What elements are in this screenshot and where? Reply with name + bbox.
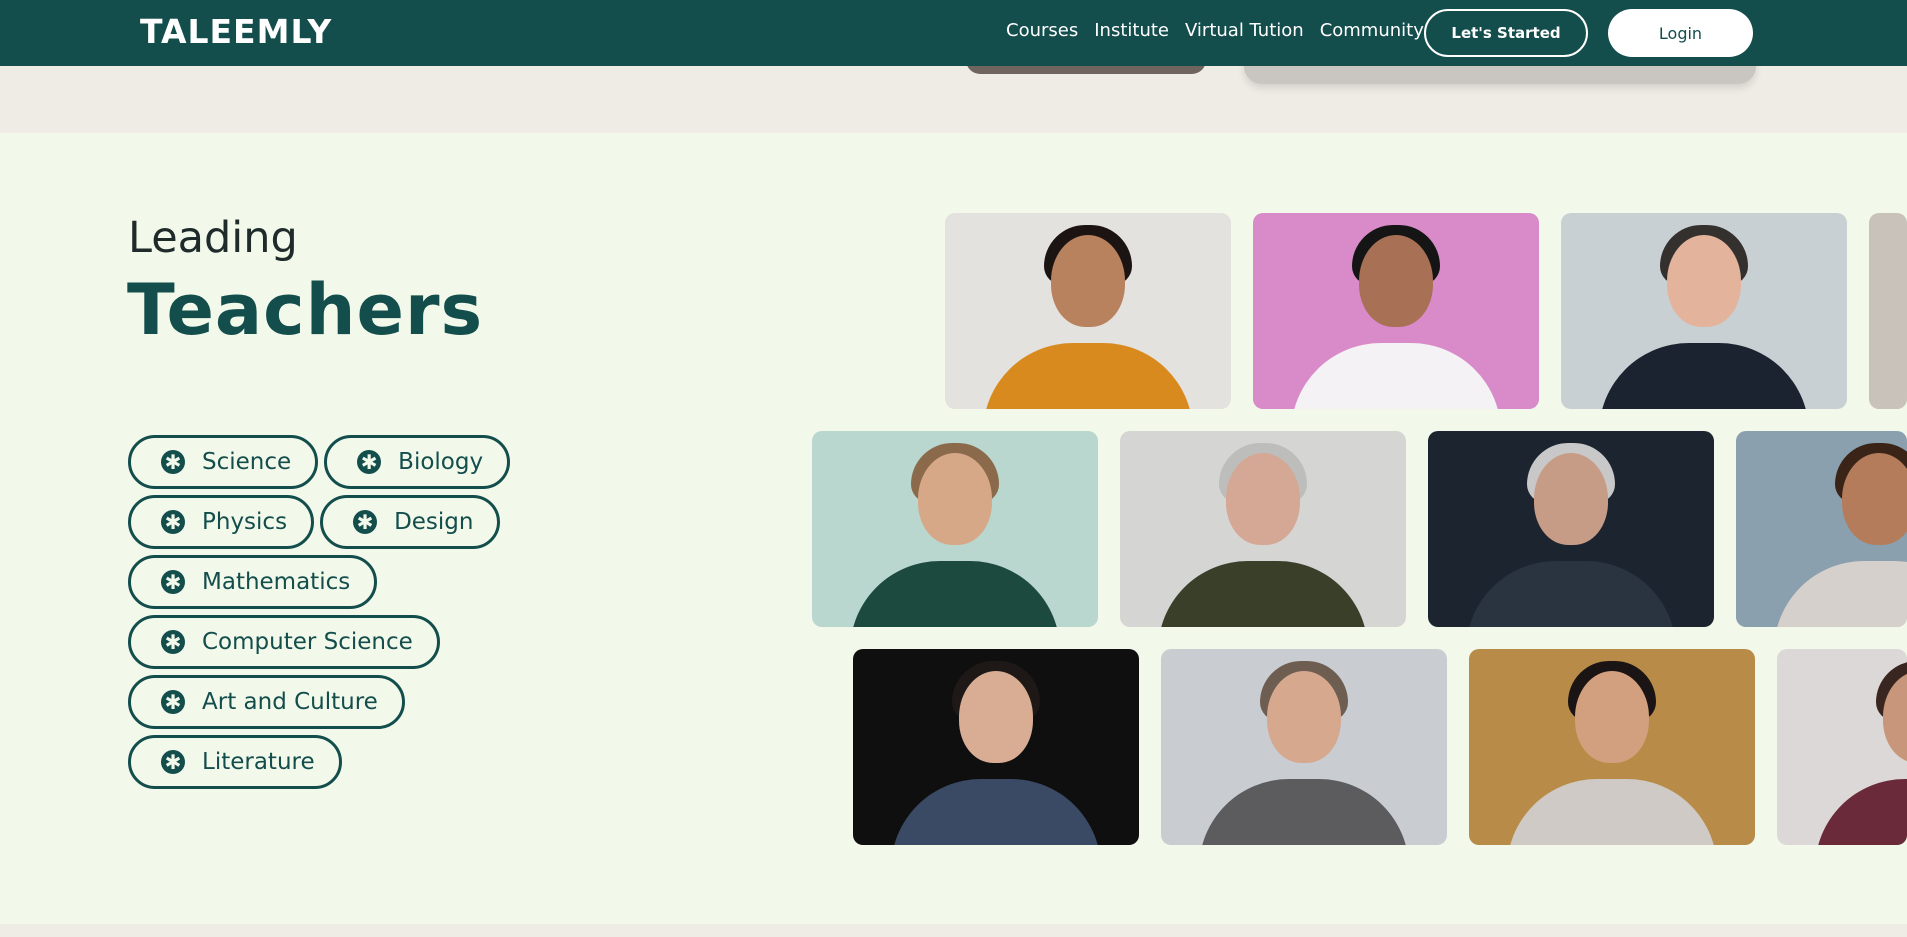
next-section-edge [0,924,1907,937]
subject-pill-biology[interactable]: ✱ Biology [324,435,511,489]
subject-pill-design[interactable]: ✱ Design [320,495,501,549]
teacher-photo-woman-orange-sweater[interactable] [945,213,1231,409]
photo-face [1534,453,1608,545]
subject-row: ✱ Mathematics [128,555,548,609]
teacher-photo-woman-smiling[interactable] [1736,431,1907,627]
nav-link-community[interactable]: Community [1320,20,1424,41]
asterisk-icon: ✱ [161,630,185,654]
subject-label: Art and Culture [202,689,378,715]
photo-face [1667,235,1741,327]
asterisk-icon: ✱ [161,450,185,474]
teacher-photo-man-beard-glasses[interactable] [812,431,1098,627]
nav-link-virtual-tution[interactable]: Virtual Tution [1185,20,1304,41]
asterisk-icon: ✱ [161,750,185,774]
subject-row: ✱ Computer Science [128,615,548,669]
nav-link-courses[interactable]: Courses [1006,20,1078,41]
photo-background [1869,213,1907,409]
teacher-photo-partial-row3[interactable] [1777,649,1907,845]
asterisk-icon: ✱ [161,570,185,594]
subject-row: ✱ Literature [128,735,548,789]
subject-label: Science [202,449,292,475]
subject-filter-list: ✱ Science ✱ Biology ✱ Physics ✱ Design ✱ Math… [128,435,548,795]
subject-pill-art-and-culture[interactable]: ✱ Art and Culture [128,675,405,729]
subject-label: Design [394,509,474,535]
subject-label: Biology [398,449,484,475]
leading-teachers-section: Leading Teachers ✱ Science ✱ Biology ✱ Phys… [0,133,1907,924]
teacher-photo-partial-row1[interactable] [1869,213,1907,409]
section-heading-large: Teachers [127,269,484,351]
site-logo[interactable]: TALEEMLY [140,12,332,51]
subject-pill-literature[interactable]: ✱ Literature [128,735,342,789]
subject-pill-science[interactable]: ✱ Science [128,435,319,489]
subject-row: ✱ Science ✱ Biology [128,435,548,489]
photo-face [918,453,992,545]
subject-label: Literature [202,749,315,775]
photo-face [1226,453,1300,545]
teacher-photo-young-man-smiling[interactable] [853,649,1139,845]
asterisk-icon: ✱ [161,690,185,714]
asterisk-icon: ✱ [161,510,185,534]
subject-label: Computer Science [202,629,413,655]
subject-row: ✱ Art and Culture [128,675,548,729]
photo-face [959,671,1033,763]
teacher-photo-older-woman-jacket[interactable] [1428,431,1714,627]
photo-face [1575,671,1649,763]
teacher-photo-woman-hijab[interactable] [1253,213,1539,409]
nav-link-institute[interactable]: Institute [1094,20,1169,41]
asterisk-icon: ✱ [353,510,378,534]
nav-links: Courses Institute Virtual Tution Communi… [1006,20,1440,41]
lets-started-button[interactable]: Let's Started [1424,9,1588,57]
subject-pill-mathematics[interactable]: ✱ Mathematics [128,555,378,609]
asterisk-icon: ✱ [357,450,382,474]
subject-pill-computer-science[interactable]: ✱ Computer Science [128,615,440,669]
subject-label: Mathematics [202,569,351,595]
top-navbar: TALEEMLY Courses Institute Virtual Tutio… [0,0,1907,66]
subject-label: Physics [202,509,288,535]
teacher-photo-woman-autumn-hijab[interactable] [1469,649,1755,845]
login-button[interactable]: Login [1608,9,1753,57]
teacher-photo-man-glasses-suit[interactable] [1561,213,1847,409]
photo-face [1359,235,1433,327]
section-heading-small: Leading [128,213,298,263]
photo-face [1842,453,1907,545]
subject-pill-physics[interactable]: ✱ Physics [128,495,315,549]
photo-face [1051,235,1125,327]
teacher-photo-older-man-glasses[interactable] [1120,431,1406,627]
teacher-photo-woman-gray-blazer[interactable] [1161,649,1447,845]
subject-row: ✱ Physics ✱ Design [128,495,548,549]
photo-face [1267,671,1341,763]
